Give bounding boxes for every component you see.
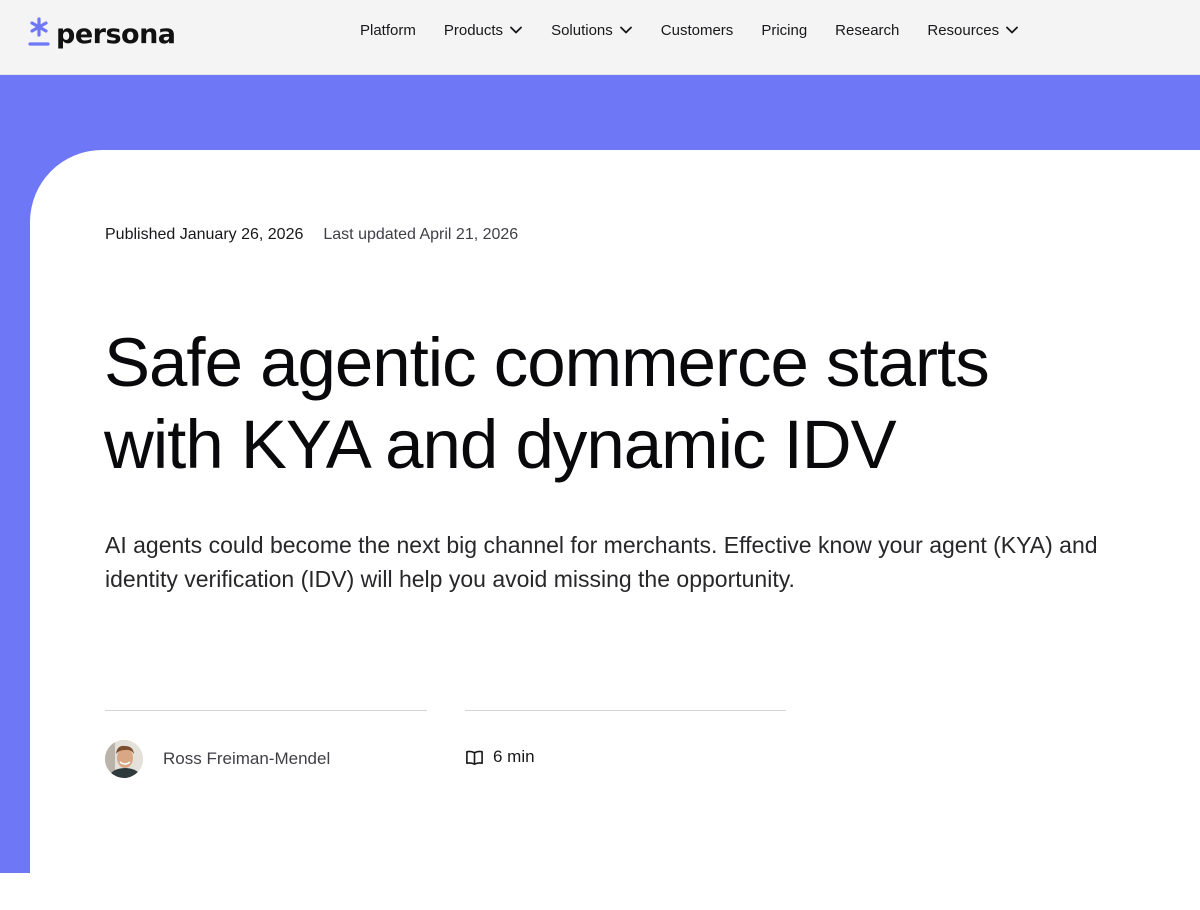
nav-item-customers[interactable]: Customers bbox=[647, 10, 748, 50]
nav-item-pricing[interactable]: Pricing bbox=[747, 10, 821, 50]
nav-item-label: Customers bbox=[660, 21, 734, 39]
article-subtitle-line: AI agents could become the next big chan… bbox=[105, 532, 1098, 558]
asterisk-logo-icon bbox=[28, 16, 50, 48]
nav-item-research[interactable]: Research bbox=[821, 10, 913, 50]
nav-item-products[interactable]: Products bbox=[430, 10, 537, 50]
persona-logo-link[interactable]: persona bbox=[28, 12, 176, 52]
nav-item-resources[interactable]: Resources bbox=[913, 10, 1033, 50]
main-nav: Platform Products Solutions Customers Pr… bbox=[346, 0, 1033, 60]
nav-item-label: Platform bbox=[360, 21, 416, 39]
nav-item-label: Products bbox=[443, 21, 504, 39]
readtime-divider bbox=[465, 710, 786, 711]
nav-item-label: Research bbox=[835, 21, 900, 39]
chevron-down-icon bbox=[509, 23, 523, 37]
nav-item-platform[interactable]: Platform bbox=[346, 10, 430, 50]
article-subtitle-line: identity verification (IDV) will help yo… bbox=[105, 566, 795, 592]
article-subtitle: AI agents could become the next big chan… bbox=[105, 528, 1195, 596]
updated-date: Last updated April 21, 2026 bbox=[323, 226, 519, 243]
author-divider bbox=[105, 710, 427, 711]
chevron-down-icon bbox=[1005, 23, 1019, 37]
nav-item-solutions[interactable]: Solutions bbox=[537, 10, 647, 50]
author-name: Ross Freiman-Mendel bbox=[163, 749, 331, 768]
article-title-line: Safe agentic commerce starts bbox=[104, 324, 990, 401]
nav-item-label: Pricing bbox=[761, 21, 808, 39]
top-navigation: persona Platform Products Solutions Cust… bbox=[0, 0, 1200, 75]
article-title-line: with KYA and dynamic IDV bbox=[104, 406, 897, 483]
read-time-label: 6 min bbox=[493, 747, 535, 766]
brand-name: persona bbox=[56, 18, 176, 50]
nav-item-label: Solutions bbox=[551, 21, 613, 39]
published-date: Published January 26, 2026 bbox=[105, 226, 304, 243]
author-avatar bbox=[105, 740, 143, 778]
article-dates: Published January 26, 2026 Last updated … bbox=[105, 226, 518, 244]
book-open-icon bbox=[465, 748, 484, 767]
nav-item-label: Resources bbox=[927, 21, 1000, 39]
article-title: Safe agentic commerce starts with KYA an… bbox=[104, 322, 1164, 486]
chevron-down-icon bbox=[619, 23, 633, 37]
read-time: 6 min bbox=[465, 747, 535, 767]
author-byline[interactable]: Ross Freiman-Mendel bbox=[105, 740, 330, 778]
